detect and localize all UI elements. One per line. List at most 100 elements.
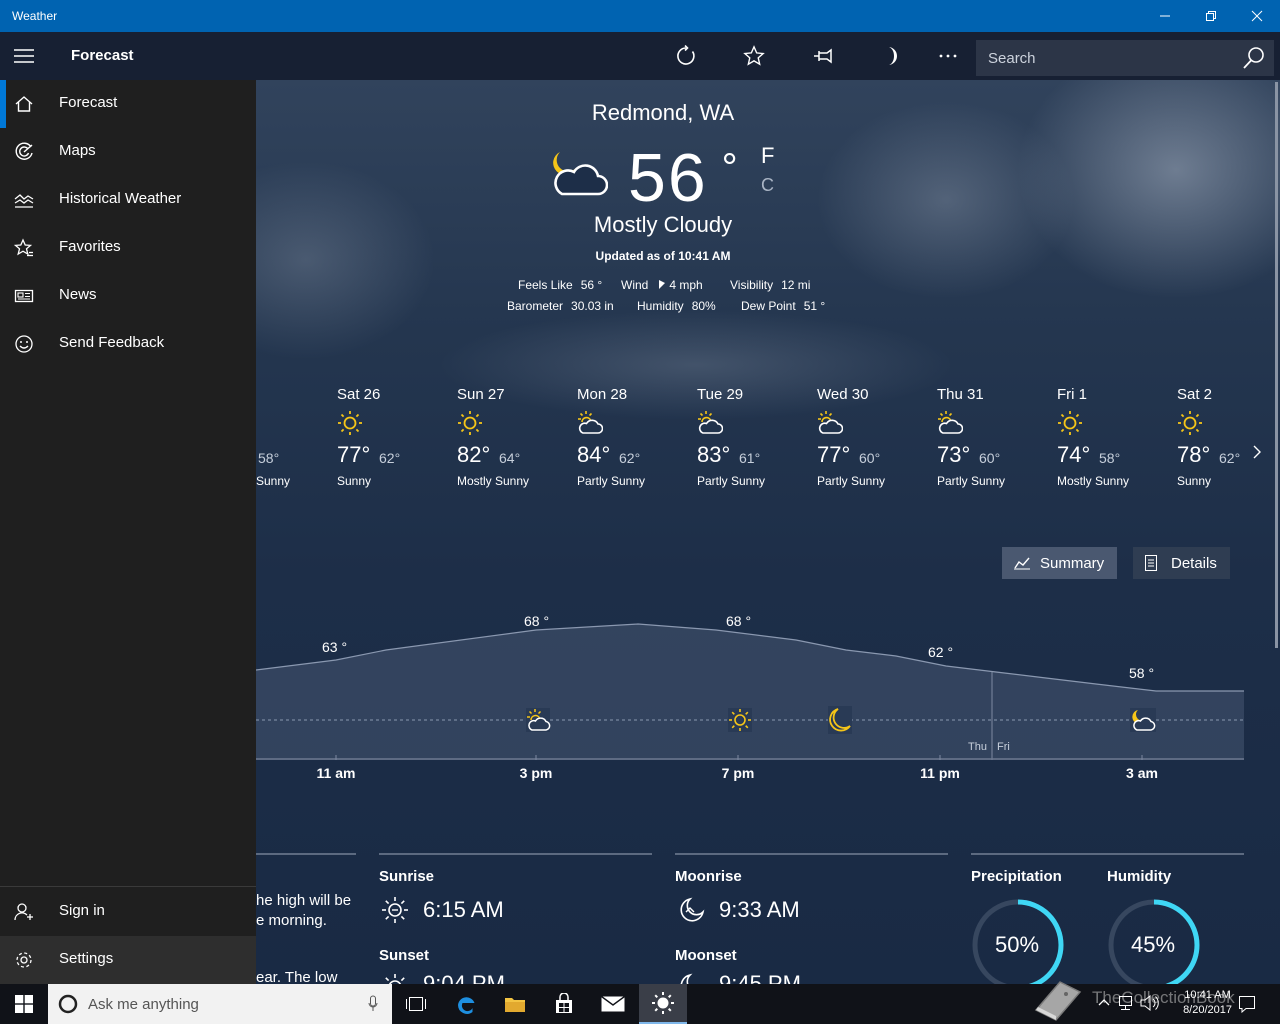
nav-item-favorites[interactable]: Favorites	[0, 224, 256, 272]
sun-icon	[1058, 411, 1082, 435]
day-card[interactable]: Tue 29 83° 61° Partly Sunny	[697, 380, 812, 495]
clock-date: 8/20/2017	[1183, 1004, 1232, 1016]
weather-app-button[interactable]	[639, 984, 687, 1024]
close-button[interactable]	[1234, 0, 1280, 32]
home-icon	[15, 96, 33, 112]
task-view-button[interactable]	[392, 984, 440, 1024]
microphone-icon[interactable]	[368, 995, 378, 1013]
day-card[interactable]: Sun 27 82° 64° Mostly Sunny	[457, 380, 572, 495]
moonset-label: Moonset	[675, 947, 737, 964]
nav-item-sign-in[interactable]: Sign in	[0, 888, 256, 936]
day-name: Tue 29	[697, 386, 744, 403]
summary-button[interactable]: Summary	[1002, 547, 1117, 579]
day-condition: Mostly Sunny	[457, 474, 530, 488]
time-label: 7 pm	[721, 765, 755, 781]
barometer-label: Barometer	[507, 299, 564, 313]
start-button[interactable]	[0, 984, 48, 1024]
more-button[interactable]	[924, 32, 972, 80]
store-button[interactable]	[540, 984, 588, 1024]
day-card[interactable]: Thu 31 73° 60° Partly Sunny	[937, 380, 1052, 495]
edge-icon	[458, 997, 475, 1014]
moonrise-icon	[680, 897, 705, 922]
restore-button[interactable]	[1188, 0, 1234, 32]
dark-mode-button[interactable]	[866, 32, 914, 80]
degree-symbol: °	[721, 146, 740, 190]
day-low: 61°	[739, 450, 761, 466]
volume-icon[interactable]	[1140, 995, 1160, 1011]
scrollbar-thumb[interactable]	[1275, 82, 1278, 648]
book-logo-icon	[1034, 981, 1082, 1021]
day-card[interactable]: Sat 2 78° 62° Sunny	[1177, 380, 1262, 495]
restore-icon	[1206, 11, 1216, 21]
nav-item-news[interactable]: News	[0, 272, 256, 320]
day-high: 77°	[337, 442, 371, 467]
day-high: 73°	[937, 442, 971, 467]
unit-celsius[interactable]: C	[761, 175, 774, 196]
moonrise-label: Moonrise	[675, 868, 742, 885]
day-condition: Sunny	[337, 474, 372, 488]
feels-like-value: 56 °	[580, 278, 603, 292]
taskbar: Ask me anything TheCollectionBook 10:41 …	[0, 981, 1280, 1024]
system-clock[interactable]: 10:41 AM 8/20/2017	[1183, 988, 1232, 1018]
pin-button[interactable]	[799, 32, 847, 80]
network-icon[interactable]	[1118, 995, 1136, 1011]
day-high: 77°	[817, 442, 851, 467]
dew-point-label: Dew Point	[741, 299, 796, 313]
favorite-button[interactable]	[730, 32, 778, 80]
edge-button[interactable]	[442, 984, 490, 1024]
notifications-icon[interactable]	[1238, 995, 1256, 1013]
nav-item-label: Forecast	[59, 94, 118, 111]
pin-icon	[814, 48, 832, 64]
cortana-search[interactable]: Ask me anything	[48, 984, 392, 1024]
search-box[interactable]	[976, 40, 1274, 76]
nav-item-send-feedback[interactable]: Send Feedback	[0, 320, 256, 368]
visibility-label: Visibility	[730, 278, 774, 292]
day-name: Mon 28	[577, 386, 628, 403]
hamburger-icon	[14, 49, 34, 63]
chevron-right-icon[interactable]	[1252, 444, 1262, 460]
day-card[interactable]: Fri 1 74° 58° Mostly Sunny	[1057, 380, 1172, 495]
partly-sunny-icon	[818, 411, 843, 434]
nav-item-historical-weather[interactable]: Historical Weather	[0, 176, 256, 224]
refresh-button[interactable]	[662, 32, 710, 80]
nav-item-settings[interactable]: Settings	[0, 936, 256, 984]
humidity-value: 80%	[691, 299, 716, 313]
nav-item-forecast[interactable]: Forecast	[0, 80, 256, 128]
day-card[interactable]: Mon 28 84° 62° Partly Sunny	[577, 380, 692, 495]
mail-button[interactable]	[589, 984, 637, 1024]
day-low: 62°	[1219, 450, 1241, 466]
sunrise-icon	[382, 897, 408, 923]
sunrise-label: Sunrise	[379, 868, 435, 885]
mostly-cloudy-night-icon	[553, 152, 608, 196]
search-input[interactable]	[988, 49, 1228, 67]
minimize-button[interactable]	[1142, 0, 1188, 32]
history-chart-icon	[14, 194, 34, 208]
humidity: Humidity 80%	[637, 299, 716, 313]
summary-text: e morning.	[256, 912, 327, 929]
wind-label: Wind	[621, 278, 649, 292]
details-button[interactable]: Details	[1133, 547, 1230, 579]
unit-fahrenheit[interactable]: F	[761, 143, 774, 169]
day-low: 62°	[379, 450, 401, 466]
day-condition: Sunny	[256, 474, 291, 488]
day-condition: Mostly Sunny	[1057, 474, 1130, 488]
more-icon	[939, 54, 957, 58]
day-card[interactable]: Wed 30 77° 60° Partly Sunny	[817, 380, 932, 495]
folder-icon	[505, 998, 525, 1012]
hamburger-button[interactable]	[0, 32, 48, 80]
page-title: Forecast	[71, 47, 134, 64]
day-card[interactable]: Sat 26 77° 62° Sunny	[337, 380, 452, 495]
nav-item-maps[interactable]: Maps	[0, 128, 256, 176]
day-high: 83°	[697, 442, 731, 467]
hourly-temp-label: 58 °	[1129, 665, 1155, 681]
updated-time: Updated as of 10:41 AM	[595, 249, 731, 263]
summary-label: Summary	[1040, 554, 1105, 572]
partly-sunny-icon	[578, 411, 603, 434]
file-explorer-button[interactable]	[491, 984, 539, 1024]
barometer-value: 30.03 in	[571, 299, 614, 313]
search-icon[interactable]	[1242, 46, 1266, 70]
chevron-up-icon[interactable]	[1098, 998, 1110, 1006]
day-low: 60°	[859, 450, 881, 466]
humidity-ring-label: Humidity	[1107, 868, 1172, 885]
nav-item-label: Settings	[59, 950, 114, 967]
